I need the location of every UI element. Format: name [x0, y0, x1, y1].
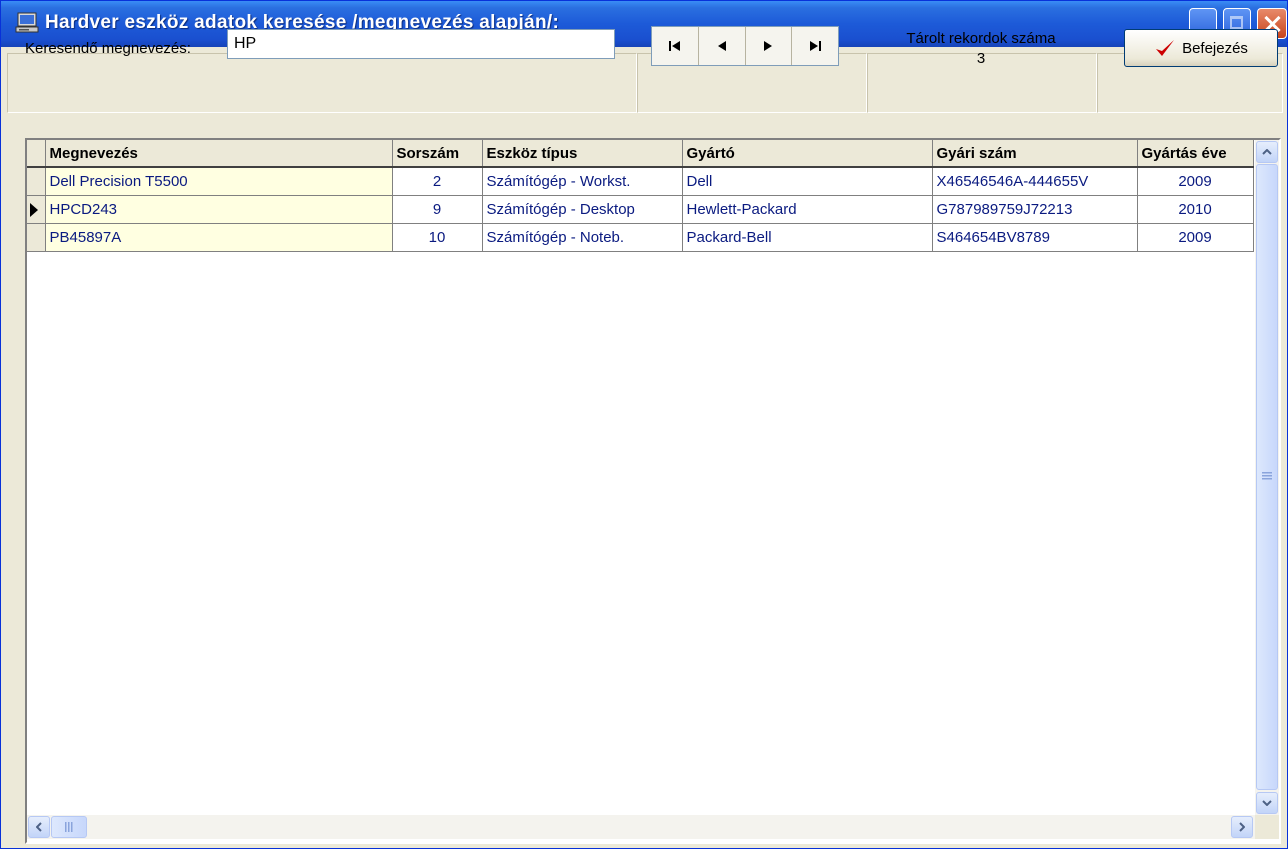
- finish-button[interactable]: Befejezés: [1124, 29, 1278, 67]
- grip-icon: [65, 822, 73, 832]
- cell-gyari-szam[interactable]: S464654BV8789: [932, 223, 1138, 252]
- column-header-sorszam[interactable]: Sorszám: [392, 140, 483, 168]
- column-header-gyartas-eve[interactable]: Gyártás éve: [1137, 140, 1254, 168]
- scroll-right-button[interactable]: [1231, 816, 1253, 838]
- results-grid: Megnevezés Sorszám Eszköz típus Gyártó G…: [25, 138, 1281, 844]
- row-selector[interactable]: [27, 223, 46, 252]
- results-table: Megnevezés Sorszám Eszköz típus Gyártó G…: [27, 140, 1254, 252]
- search-window: Hardver eszköz adatok keresése /megnevez…: [0, 0, 1288, 849]
- cell-gyarto[interactable]: Dell: [682, 167, 933, 196]
- cell-gyartas-eve[interactable]: 2009: [1137, 167, 1254, 196]
- row-selector[interactable]: [27, 167, 46, 196]
- last-record-button[interactable]: [792, 27, 838, 65]
- next-record-icon: [764, 41, 773, 51]
- cell-sorszam[interactable]: 9: [392, 195, 483, 224]
- header-row: Megnevezés Sorszám Eszköz típus Gyártó G…: [27, 140, 1254, 168]
- column-header-gyarto[interactable]: Gyártó: [682, 140, 933, 168]
- title-bar[interactable]: Hardver eszköz adatok keresése /megnevez…: [1, 1, 1287, 47]
- cell-gyari-szam[interactable]: G787989759J72213: [932, 195, 1138, 224]
- cell-gyartas-eve[interactable]: 2010: [1137, 195, 1254, 224]
- cell-eszkoz-tipus[interactable]: Számítógép - Noteb.: [482, 223, 683, 252]
- horizontal-scroll-thumb[interactable]: [51, 816, 87, 838]
- record-navigator: [651, 26, 839, 66]
- scroll-down-button[interactable]: [1256, 792, 1278, 814]
- toolbar: [1, 47, 1287, 121]
- search-panel: [7, 53, 637, 113]
- first-record-button[interactable]: [652, 27, 699, 65]
- table-row[interactable]: HPCD243 9 Számítógép - Desktop Hewlett-P…: [27, 195, 1254, 224]
- record-count-value: 3: [976, 50, 986, 67]
- cell-megnevezes[interactable]: HPCD243: [45, 195, 393, 224]
- finish-button-label: Befejezés: [1182, 39, 1248, 57]
- row-selector[interactable]: [27, 195, 46, 224]
- table-row[interactable]: Dell Precision T5500 2 Számítógép - Work…: [27, 167, 1254, 196]
- scroll-left-button[interactable]: [28, 816, 50, 838]
- record-count-label: Tárolt rekordok száma: [906, 30, 1056, 47]
- table-row[interactable]: PB45897A 10 Számítógép - Noteb. Packard-…: [27, 223, 1254, 252]
- scrollbar-corner: [1255, 815, 1279, 839]
- cell-gyarto[interactable]: Packard-Bell: [682, 223, 933, 252]
- cell-gyartas-eve[interactable]: 2009: [1137, 223, 1254, 252]
- last-record-icon: [810, 41, 822, 51]
- checkmark-icon: [1156, 40, 1175, 56]
- cell-megnevezes[interactable]: Dell Precision T5500: [45, 167, 393, 196]
- cell-gyari-szam[interactable]: X46546546A-444655V: [932, 167, 1138, 196]
- search-label: Keresendő megnevezés:: [25, 40, 191, 57]
- cell-eszkoz-tipus[interactable]: Számítógép - Desktop: [482, 195, 683, 224]
- column-header-megnevezes[interactable]: Megnevezés: [45, 140, 393, 168]
- chevron-left-icon: [36, 822, 42, 832]
- row-selector-header: [27, 140, 46, 168]
- next-record-button[interactable]: [746, 27, 793, 65]
- scroll-up-button[interactable]: [1256, 141, 1278, 163]
- grip-icon: [1262, 472, 1272, 480]
- chevron-down-icon: [1262, 800, 1272, 806]
- chevron-up-icon: [1262, 149, 1272, 155]
- current-row-arrow-icon: [30, 202, 38, 217]
- horizontal-scrollbar[interactable]: [27, 815, 1255, 839]
- previous-record-icon: [717, 41, 726, 51]
- previous-record-button[interactable]: [699, 27, 746, 65]
- computer-icon: [15, 12, 39, 33]
- column-header-gyari-szam[interactable]: Gyári szám: [932, 140, 1138, 168]
- first-record-icon: [668, 41, 680, 51]
- record-count: Tárolt rekordok száma 3: [879, 29, 1083, 69]
- vertical-scrollbar[interactable]: [1255, 140, 1279, 815]
- vertical-scroll-thumb[interactable]: [1256, 164, 1278, 790]
- cell-sorszam[interactable]: 10: [392, 223, 483, 252]
- cell-gyarto[interactable]: Hewlett-Packard: [682, 195, 933, 224]
- cell-eszkoz-tipus[interactable]: Számítógép - Workst.: [482, 167, 683, 196]
- search-input[interactable]: [227, 29, 615, 59]
- grid-viewport: Megnevezés Sorszám Eszköz típus Gyártó G…: [27, 140, 1255, 815]
- cell-sorszam[interactable]: 2: [392, 167, 483, 196]
- chevron-right-icon: [1239, 822, 1245, 832]
- cell-megnevezes[interactable]: PB45897A: [45, 223, 393, 252]
- column-header-eszkoz-tipus[interactable]: Eszköz típus: [482, 140, 683, 168]
